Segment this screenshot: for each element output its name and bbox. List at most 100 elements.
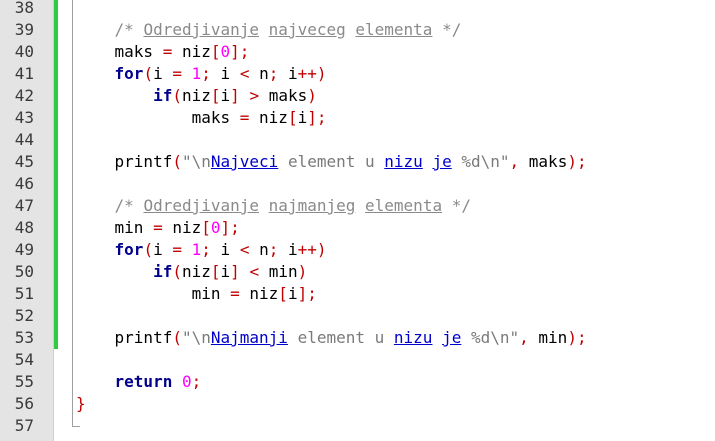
code-line[interactable]: 47 /* Odredjivanje najmanjeg elementa */ bbox=[0, 195, 715, 217]
line-number: 44 bbox=[14, 130, 34, 149]
code-token: 1 bbox=[191, 64, 202, 83]
code-token: ; bbox=[191, 372, 202, 391]
code-lines[interactable]: 38 39 /* Odredjivanje najveceg elementa *… bbox=[0, 0, 715, 437]
code-line[interactable]: 57 bbox=[0, 415, 715, 437]
code-token: niz bbox=[172, 42, 211, 61]
code-token: Odredjivanje bbox=[143, 20, 260, 39]
code-line[interactable]: 45 printf("\nNajveci element u nizu je %… bbox=[0, 151, 715, 173]
code-text[interactable]: maks = niz[0]; bbox=[76, 41, 250, 63]
code-text[interactable]: for(i = 1; i < n; i++) bbox=[76, 63, 327, 85]
code-token: 0 bbox=[181, 372, 192, 391]
code-token: ]; bbox=[297, 284, 317, 303]
code-line[interactable]: 49 for(i = 1; i < n; i++) bbox=[0, 239, 715, 261]
line-number: 38 bbox=[14, 0, 34, 17]
code-token: > bbox=[249, 86, 260, 105]
code-token: Odredjivanje bbox=[143, 196, 260, 215]
code-line[interactable]: 56} bbox=[0, 393, 715, 415]
code-token: maks bbox=[519, 152, 568, 171]
code-token: } bbox=[76, 394, 86, 413]
code-token: element u bbox=[278, 152, 385, 171]
code-token: printf bbox=[76, 152, 173, 171]
code-token: niz bbox=[181, 262, 211, 281]
code-token: [ bbox=[210, 262, 221, 281]
code-token: < bbox=[239, 240, 250, 259]
code-line[interactable]: 43 maks = niz[i]; bbox=[0, 107, 715, 129]
code-token: < bbox=[239, 64, 250, 83]
code-editor[interactable]: 38 39 /* Odredjivanje najveceg elementa *… bbox=[0, 0, 715, 441]
code-line[interactable]: 55 return 0; bbox=[0, 371, 715, 393]
code-line[interactable]: 44 bbox=[0, 129, 715, 151]
code-token: [ bbox=[210, 86, 221, 105]
code-text[interactable]: return 0; bbox=[76, 371, 202, 393]
code-line[interactable]: 48 min = niz[0]; bbox=[0, 217, 715, 239]
code-token: ( bbox=[172, 328, 182, 347]
code-text[interactable]: printf("\nNajmanji element u nizu je %d\… bbox=[76, 327, 587, 349]
line-number: 41 bbox=[14, 64, 34, 83]
code-line[interactable]: 52 bbox=[0, 305, 715, 327]
code-token: = bbox=[172, 64, 182, 83]
code-line[interactable]: 39 /* Odredjivanje najveceg elementa */ bbox=[0, 19, 715, 41]
code-token: ] bbox=[230, 262, 240, 281]
code-token: n bbox=[249, 64, 269, 83]
code-token: i bbox=[278, 240, 298, 259]
code-token: */ bbox=[432, 20, 462, 39]
code-text[interactable]: maks = niz[i]; bbox=[76, 107, 327, 129]
code-text[interactable]: min = niz[i]; bbox=[76, 283, 317, 305]
code-token: = bbox=[162, 42, 173, 61]
code-token: ; bbox=[268, 64, 279, 83]
code-token: for bbox=[114, 240, 144, 259]
code-token: min bbox=[76, 284, 231, 303]
code-token: niz bbox=[181, 86, 211, 105]
code-token: printf bbox=[76, 328, 173, 347]
code-text[interactable]: } bbox=[76, 393, 86, 415]
code-token: je bbox=[432, 152, 452, 171]
line-number: 53 bbox=[14, 328, 34, 347]
code-text[interactable]: /* Odredjivanje najmanjeg elementa */ bbox=[76, 195, 471, 217]
code-token: 0 bbox=[210, 218, 221, 237]
code-token: elementa bbox=[365, 196, 443, 215]
code-token: = bbox=[230, 284, 240, 303]
code-token: if bbox=[153, 262, 173, 281]
code-line[interactable]: 46 bbox=[0, 173, 715, 195]
code-line[interactable]: 41 for(i = 1; i < n; i++) bbox=[0, 63, 715, 85]
code-line[interactable]: 50 if(niz[i] < min) bbox=[0, 261, 715, 283]
code-token: najmanjeg bbox=[268, 196, 356, 215]
line-number: 56 bbox=[14, 394, 34, 413]
code-token: i bbox=[220, 262, 231, 281]
code-line[interactable]: 51 min = niz[i]; bbox=[0, 283, 715, 305]
code-line[interactable]: 42 if(niz[i] > maks) bbox=[0, 85, 715, 107]
line-number: 52 bbox=[14, 306, 34, 325]
code-token: ] bbox=[230, 86, 240, 105]
code-text[interactable]: if(niz[i] > maks) bbox=[76, 85, 317, 107]
code-token: i bbox=[220, 86, 231, 105]
code-token: [ bbox=[201, 218, 211, 237]
line-number: 57 bbox=[14, 416, 34, 435]
code-text[interactable]: printf("\nNajveci element u nizu je %d\n… bbox=[76, 151, 587, 173]
code-line[interactable]: 53 printf("\nNajmanji element u nizu je … bbox=[0, 327, 715, 349]
code-token: , bbox=[509, 152, 520, 171]
code-token: i bbox=[278, 64, 298, 83]
code-line[interactable]: 40 maks = niz[0]; bbox=[0, 41, 715, 63]
code-text[interactable]: for(i = 1; i < n; i++) bbox=[76, 239, 327, 261]
code-line[interactable]: 54 bbox=[0, 349, 715, 371]
code-token: ++) bbox=[297, 240, 327, 259]
code-line[interactable]: 38 bbox=[0, 0, 715, 19]
code-text[interactable]: min = niz[0]; bbox=[76, 217, 240, 239]
code-token: ]; bbox=[220, 218, 240, 237]
line-number: 48 bbox=[14, 218, 34, 237]
code-token: i bbox=[153, 64, 173, 83]
code-token: i bbox=[297, 108, 308, 127]
code-token: min bbox=[76, 218, 154, 237]
code-token: niz bbox=[239, 284, 279, 303]
code-text[interactable]: if(niz[i] < min) bbox=[76, 261, 307, 283]
code-text[interactable]: /* Odredjivanje najveceg elementa */ bbox=[76, 19, 462, 41]
line-number: 42 bbox=[14, 86, 34, 105]
code-token: /* bbox=[114, 20, 144, 39]
